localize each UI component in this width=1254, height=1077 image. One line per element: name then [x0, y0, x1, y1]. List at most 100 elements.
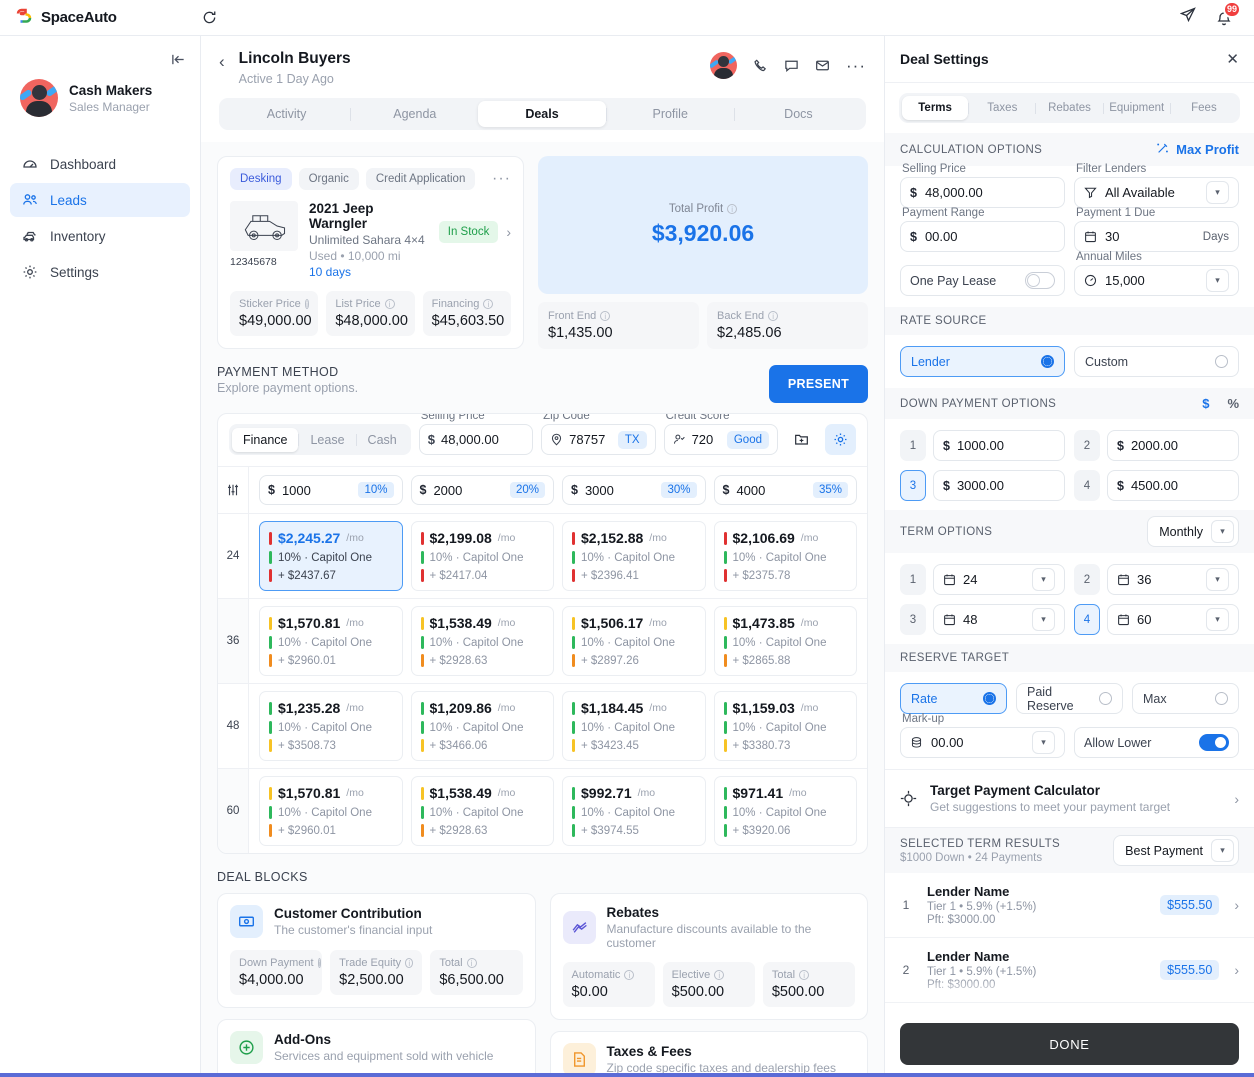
- mail-icon[interactable]: [815, 58, 830, 73]
- option-input[interactable]: 48 ▾: [933, 604, 1065, 635]
- info-icon[interactable]: i: [727, 204, 738, 214]
- deal-block-card[interactable]: Add-Ons Services and equipment sold with …: [217, 1019, 536, 1077]
- info-icon[interactable]: i: [714, 970, 725, 980]
- target-payment-calculator[interactable]: Target Payment Calculator Get suggestion…: [885, 769, 1254, 828]
- one-pay-lease-field[interactable]: One Pay Lease: [900, 265, 1065, 296]
- unit-percent-button[interactable]: %: [1227, 396, 1239, 411]
- option-input[interactable]: $2000.00: [1107, 430, 1239, 461]
- chevron-right-icon[interactable]: ›: [506, 224, 511, 240]
- payment-option-cell[interactable]: $1,506.17/mo 10% · Capitol One + $2897.26: [562, 606, 706, 676]
- segment-lease[interactable]: Lease: [299, 428, 355, 452]
- info-icon[interactable]: i: [624, 970, 635, 980]
- avatar[interactable]: [710, 52, 738, 79]
- chevron-right-icon[interactable]: ›: [1234, 791, 1239, 807]
- option-input[interactable]: $3000.00: [933, 470, 1065, 501]
- payment-option-cell[interactable]: $2,152.88/mo 10% · Capitol One + $2396.41: [562, 521, 706, 591]
- reserve-option-paid-reserve[interactable]: Paid Reserve: [1016, 683, 1123, 714]
- present-button[interactable]: PRESENT: [768, 365, 868, 403]
- payment-option-cell[interactable]: $2,245.27/mo 10% · Capitol One + $2437.67: [259, 521, 403, 591]
- option-input[interactable]: 24 ▾: [933, 564, 1065, 595]
- annual-miles-field[interactable]: Annual Miles 15,000 ▾: [1074, 251, 1239, 296]
- tab-rebates[interactable]: Rebates: [1036, 96, 1102, 120]
- markup-field[interactable]: Mark-up 00.00 ▾: [900, 713, 1065, 758]
- chevron-right-icon[interactable]: ›: [1234, 897, 1239, 913]
- payment-option-cell[interactable]: $1,184.45/mo 10% · Capitol One + $3423.45: [562, 691, 706, 761]
- deal-block-card[interactable]: Customer Contribution The customer's fina…: [217, 893, 536, 1008]
- zip-code-field[interactable]: Zip Code 78757 TX: [541, 414, 656, 455]
- down-payment-input-4[interactable]: $4000 35%: [713, 475, 857, 505]
- option-index-badge[interactable]: 2: [1074, 564, 1100, 595]
- payment-range-field[interactable]: Payment Range $ 00.00: [900, 207, 1065, 252]
- chevron-down-icon[interactable]: ▾: [1032, 608, 1055, 631]
- tab-docs[interactable]: Docs: [735, 101, 862, 127]
- unit-dollar-button[interactable]: $: [1202, 396, 1209, 411]
- tab-agenda[interactable]: Agenda: [351, 101, 478, 127]
- send-icon[interactable]: [1179, 7, 1196, 28]
- sidebar-user-profile[interactable]: Cash Makers Sales Manager: [0, 67, 200, 117]
- credit-score-field[interactable]: Credit Score 720 Good: [663, 414, 778, 455]
- lender-result-row[interactable]: 3Lender Name›: [885, 1003, 1254, 1013]
- allow-lower-field[interactable]: Allow Lower: [1074, 727, 1239, 758]
- deal-block-card[interactable]: Taxes & Fees Zip code specific taxes and …: [549, 1031, 868, 1077]
- sidebar-item-inventory[interactable]: Inventory: [10, 219, 190, 253]
- option-index-badge[interactable]: 2: [1074, 430, 1100, 461]
- tab-activity[interactable]: Activity: [223, 101, 350, 127]
- option-index-badge[interactable]: 4: [1074, 470, 1100, 501]
- sidebar-item-dashboard[interactable]: Dashboard: [10, 147, 190, 181]
- down-payment-input-3[interactable]: $3000 30%: [562, 475, 706, 505]
- chevron-right-icon[interactable]: ›: [1234, 962, 1239, 978]
- info-icon[interactable]: i: [304, 299, 310, 309]
- option-input[interactable]: 60 ▾: [1107, 604, 1239, 635]
- info-icon[interactable]: i: [466, 958, 477, 968]
- payment-option-cell[interactable]: $2,199.08/mo 10% · Capitol One + $2417.04: [410, 521, 554, 591]
- folder-add-icon[interactable]: [786, 424, 817, 455]
- payment-option-cell[interactable]: $1,159.03/mo 10% · Capitol One + $3380.73: [713, 691, 857, 761]
- chevron-down-icon[interactable]: ▾: [1206, 181, 1229, 204]
- one-pay-lease-toggle[interactable]: [1025, 272, 1055, 289]
- lender-result-row[interactable]: 1 Lender Name Tier 1 • 5.9% (+1.5%) Pft: $3…: [885, 873, 1254, 938]
- tab-taxes[interactable]: Taxes: [969, 96, 1035, 120]
- payment-1-due-field[interactable]: Payment 1 Due 30 Days: [1074, 207, 1239, 252]
- results-sort-select[interactable]: Best Payment ▾: [1113, 835, 1239, 866]
- payment-option-cell[interactable]: $2,106.69/mo 10% · Capitol One + $2375.78: [713, 521, 857, 591]
- payment-option-cell[interactable]: $1,209.86/mo 10% · Capitol One + $3466.06: [410, 691, 554, 761]
- option-index-badge[interactable]: 4: [1074, 604, 1100, 635]
- chevron-down-icon[interactable]: ▾: [1206, 608, 1229, 631]
- chip-organic[interactable]: Organic: [298, 168, 359, 190]
- deal-settings-scroll[interactable]: CALCULATION OPTIONS Max Profit Selling P…: [885, 133, 1254, 1013]
- down-payment-input-1[interactable]: $1000 10%: [259, 475, 403, 505]
- term-frequency-select[interactable]: Monthly ▾: [1147, 516, 1239, 547]
- option-index-badge[interactable]: 3: [900, 604, 926, 635]
- info-icon[interactable]: i: [768, 311, 779, 321]
- down-payment-input-2[interactable]: $2000 20%: [410, 475, 554, 505]
- sidebar-item-leads[interactable]: Leads: [10, 183, 190, 217]
- close-icon[interactable]: ✕: [1226, 50, 1239, 68]
- payment-option-cell[interactable]: $1,473.85/mo 10% · Capitol One + $2865.88: [713, 606, 857, 676]
- deal-scroll-area[interactable]: Desking Organic Credit Application ··· 1…: [201, 142, 884, 1077]
- payment-option-cell[interactable]: $1,235.28/mo 10% · Capitol One + $3508.73: [259, 691, 403, 761]
- more-icon[interactable]: ···: [846, 57, 866, 74]
- option-index-badge[interactable]: 3: [900, 470, 926, 501]
- tab-deals[interactable]: Deals: [478, 101, 606, 127]
- chip-desking[interactable]: Desking: [230, 168, 292, 190]
- rate-source-option-custom[interactable]: Custom: [1074, 346, 1239, 377]
- tab-fees[interactable]: Fees: [1171, 96, 1237, 120]
- tab-terms[interactable]: Terms: [902, 96, 969, 120]
- vehicle-days-on-lot[interactable]: 10 days: [309, 265, 428, 279]
- info-icon[interactable]: i: [483, 299, 494, 309]
- info-icon[interactable]: i: [405, 958, 414, 968]
- info-icon[interactable]: i: [384, 299, 395, 309]
- lender-result-row[interactable]: 2 Lender Name Tier 1 • 5.9% (+1.5%) Pft: $3…: [885, 938, 1254, 1003]
- payment-option-cell[interactable]: $1,570.81/mo 10% · Capitol One + $2960.01: [259, 776, 403, 846]
- payment-option-cell[interactable]: $1,538.49/mo 10% · Capitol One + $2928.63: [410, 776, 554, 846]
- reserve-option-rate[interactable]: Rate: [900, 683, 1007, 714]
- selling-price-field[interactable]: Selling Price $ 48,000.00: [418, 414, 534, 455]
- bell-icon[interactable]: 99: [1216, 0, 1241, 26]
- segment-cash[interactable]: Cash: [357, 428, 408, 452]
- gear-icon[interactable]: [825, 424, 856, 455]
- done-button[interactable]: DONE: [900, 1023, 1239, 1065]
- option-input[interactable]: $1000.00: [933, 430, 1065, 461]
- brand-logo[interactable]: SpaceAuto: [14, 8, 117, 28]
- sliders-icon[interactable]: [218, 467, 249, 513]
- chat-icon[interactable]: [784, 58, 799, 73]
